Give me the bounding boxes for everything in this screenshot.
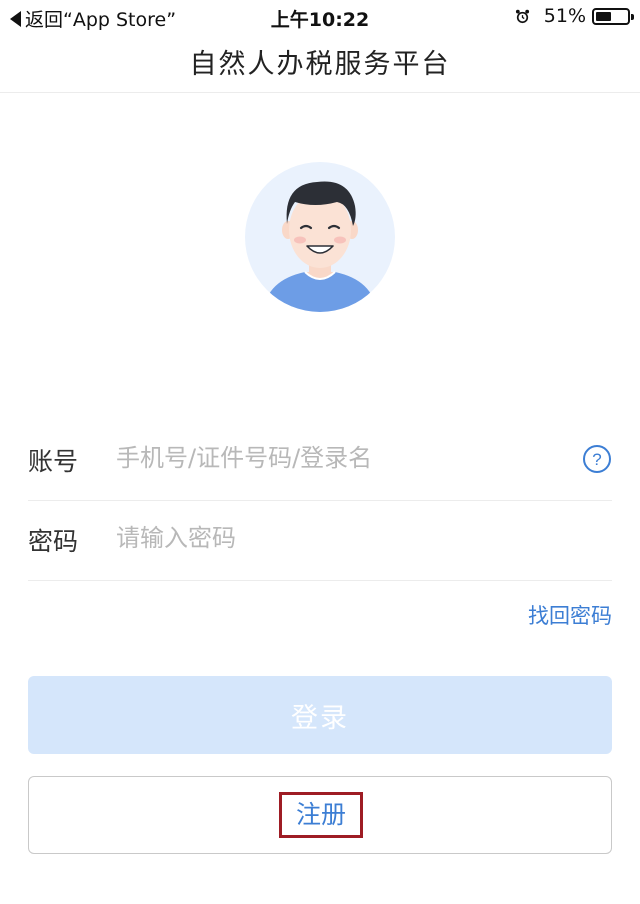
account-input[interactable]: [116, 438, 536, 478]
help-question-icon[interactable]: ?: [582, 444, 612, 474]
password-input[interactable]: [116, 518, 536, 558]
status-bar: 返回“App Store” 上午10:22 51%: [0, 0, 640, 34]
battery-level-fill: [596, 11, 611, 21]
account-label: 账号: [28, 447, 79, 476]
status-right: 51%: [515, 5, 634, 27]
register-button[interactable]: [28, 776, 612, 854]
svg-text:?: ?: [592, 450, 601, 469]
battery-nub: [631, 13, 634, 20]
login-button[interactable]: 登录: [28, 676, 612, 754]
battery-icon: [592, 7, 634, 25]
password-row: 密码: [28, 500, 612, 581]
page-title: 自然人办税服务平台: [189, 49, 451, 80]
account-row: 账号 ?: [28, 420, 612, 501]
nav-bar: 自然人办税服务平台: [0, 34, 640, 93]
alarm-clock-icon: [515, 9, 529, 23]
avatar: [245, 162, 395, 312]
password-label: 密码: [28, 527, 79, 556]
battery-percent: 51%: [543, 5, 586, 27]
forgot-password-link[interactable]: 找回密码: [528, 600, 612, 630]
